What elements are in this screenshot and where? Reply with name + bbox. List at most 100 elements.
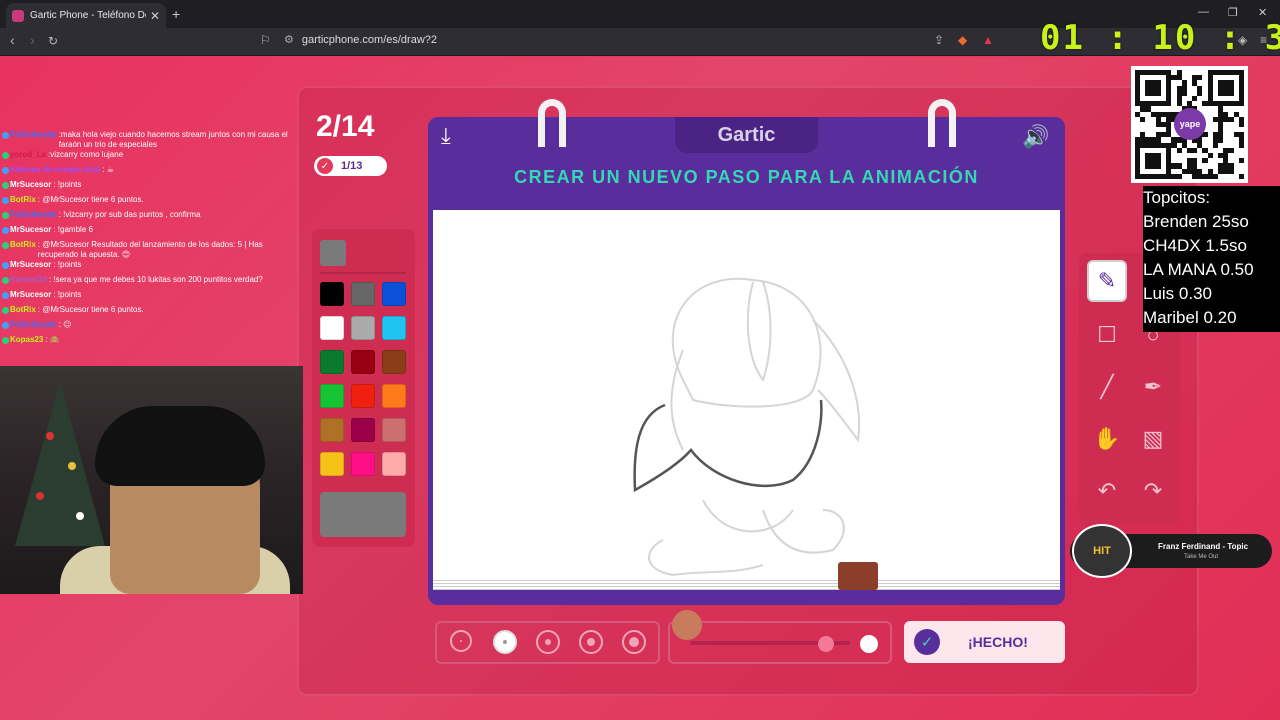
stream-chat: FlaXeikoade:maka hola viejo cuando hacem…: [2, 130, 298, 350]
chat-username[interactable]: yorod_Lx: [10, 150, 46, 160]
chat-message: FlaXeikoade: !vizcarry por sub das punto…: [2, 210, 298, 225]
chat-username[interactable]: Kopas23: [10, 335, 43, 345]
color-swatch[interactable]: [382, 452, 406, 476]
brush-size-option[interactable]: [493, 630, 517, 654]
site-info-icon[interactable]: ⚙: [284, 34, 294, 46]
chat-username[interactable]: FlaXeikoade: [10, 130, 57, 140]
chat-message: BotRix: @MrSucesor tiene 6 puntos.: [2, 305, 298, 320]
tab-title: Gartic Phone - Teléfono Descom...: [30, 10, 146, 21]
chat-message: yorod_Lx:vizcarry como lujane: [2, 150, 298, 165]
url-text: garticphone.com/es/draw?2: [301, 34, 438, 46]
minimize-icon[interactable]: —: [1198, 6, 1209, 18]
chat-badge-icon: [2, 212, 9, 219]
chat-username[interactable]: BotRix: [10, 305, 36, 315]
new-tab-icon[interactable]: +: [172, 6, 180, 22]
color-swatch[interactable]: [320, 452, 344, 476]
color-swatch[interactable]: [382, 350, 406, 374]
chat-message: MrSucesor: !points: [2, 260, 298, 275]
leaderboard-title: Topcitos:: [1143, 188, 1211, 207]
gartic-logo: Gartic: [675, 117, 818, 153]
yape-logo: yape: [1174, 108, 1206, 140]
opacity-knob[interactable]: [818, 636, 834, 652]
chat-text: : @MrSucesor Resultado del lanzamiento d…: [37, 240, 263, 259]
rewards-icon[interactable]: ▲: [982, 33, 994, 47]
color-swatch[interactable]: [351, 350, 375, 374]
color-swatch[interactable]: [382, 384, 406, 408]
chat-username[interactable]: FlaXeikoade: [10, 210, 57, 220]
share-icon[interactable]: ⇪: [934, 33, 944, 47]
rect-tool-icon[interactable]: ☐: [1087, 314, 1127, 356]
chat-message: BotRix: @MrSucesor tiene 6 puntos.: [2, 195, 298, 210]
custom-color-button[interactable]: [320, 492, 406, 537]
chat-badge-icon: [2, 152, 9, 159]
reload-icon[interactable]: ↻: [48, 34, 58, 48]
chat-username[interactable]: BotRix: [10, 195, 36, 205]
chat-message: FlaXeikoade:maka hola viejo cuando hacem…: [2, 130, 298, 150]
chat-username[interactable]: MrSucesor: [10, 290, 51, 300]
chat-username[interactable]: BotRix: [10, 240, 36, 250]
fill-tool-icon[interactable]: ✋: [1087, 418, 1127, 460]
color-swatch[interactable]: [351, 316, 375, 340]
close-tab-icon[interactable]: ✕: [150, 9, 160, 23]
download-icon[interactable]: ⤓: [441, 123, 451, 149]
brush-size-option[interactable]: [579, 630, 603, 654]
chat-username[interactable]: MrSucesor: [10, 260, 51, 270]
color-swatch[interactable]: [351, 384, 375, 408]
chat-text: :maka hola viejo cuando hacemos stream j…: [58, 130, 288, 149]
chat-badge-icon: [2, 182, 9, 189]
color-swatch[interactable]: [382, 418, 406, 442]
chat-text: : !gamble 6: [53, 225, 93, 234]
chat-username[interactable]: Kurumi10: [10, 275, 47, 285]
drawing-canvas[interactable]: [433, 210, 1060, 590]
chat-username[interactable]: MrSucesor: [10, 180, 51, 190]
undo-tool-icon[interactable]: ↶: [1087, 470, 1127, 512]
leaderboard-entry: Brenden 25so: [1143, 212, 1249, 231]
address-bar[interactable]: ⚙ garticphone.com/es/draw?2: [284, 33, 437, 46]
color-swatch[interactable]: [382, 282, 406, 306]
color-swatch[interactable]: [351, 418, 375, 442]
forward-icon[interactable]: ›: [30, 32, 35, 48]
gartic-favicon-icon: [12, 9, 24, 22]
completed-counter: ✓ 1/13: [314, 156, 387, 176]
color-swatch[interactable]: [351, 282, 375, 306]
clear-tool-icon[interactable]: ▧: [1133, 418, 1173, 460]
color-swatch[interactable]: [320, 418, 344, 442]
binder-ring-right: [928, 99, 956, 147]
color-swatch[interactable]: [320, 384, 344, 408]
redo-tool-icon[interactable]: ↷: [1133, 470, 1173, 512]
line-tool-icon[interactable]: ╱: [1087, 366, 1127, 408]
webcam-feed: [0, 366, 303, 594]
color-swatch[interactable]: [320, 350, 344, 374]
back-icon[interactable]: ‹: [10, 32, 15, 48]
done-button[interactable]: ✓ ¡HECHO!: [904, 621, 1065, 663]
browser-tab[interactable]: Gartic Phone - Teléfono Descom... ✕: [6, 3, 166, 28]
round-counter: 2/14: [316, 110, 375, 143]
brush-size-option[interactable]: [622, 630, 646, 654]
chat-text: : !points: [53, 290, 82, 299]
chat-message: FlaXeikoade: 😐: [2, 320, 298, 335]
color-swatch[interactable]: [351, 452, 375, 476]
chat-text: : !sera ya que me debes 10 lukitas son 2…: [48, 275, 263, 284]
color-swatch[interactable]: [320, 316, 344, 340]
chat-username[interactable]: MrSucesor: [10, 225, 51, 235]
album-art: HIT: [1072, 524, 1132, 578]
paper-edge: [433, 578, 1060, 590]
drawing-strokes: [633, 277, 861, 577]
brush-size-option[interactable]: [450, 630, 472, 652]
chat-text: : !points: [53, 260, 82, 269]
chat-badge-icon: [2, 132, 9, 139]
chat-text: : @MrSucesor tiene 6 puntos.: [37, 305, 144, 314]
brush-size-option[interactable]: [536, 630, 560, 654]
color-swatch[interactable]: [382, 316, 406, 340]
chat-message: MrSucesor: !points: [2, 290, 298, 305]
chat-badge-icon: [2, 277, 9, 284]
chat-username[interactable]: Sistema de escape dual: [10, 165, 100, 175]
bookmark-icon[interactable]: ⚐: [260, 33, 271, 47]
chat-username[interactable]: FlaXeikoade: [10, 320, 57, 330]
brave-shield-icon[interactable]: ◆: [958, 33, 967, 47]
pen-tool-icon[interactable]: ✎: [1087, 260, 1127, 302]
volume-icon[interactable]: 🔊: [1022, 124, 1049, 150]
color-swatch[interactable]: [320, 282, 344, 306]
eyedropper-tool-icon[interactable]: ✒: [1133, 366, 1173, 408]
leaderboard-entry: LA MANA 0.50: [1143, 260, 1254, 279]
